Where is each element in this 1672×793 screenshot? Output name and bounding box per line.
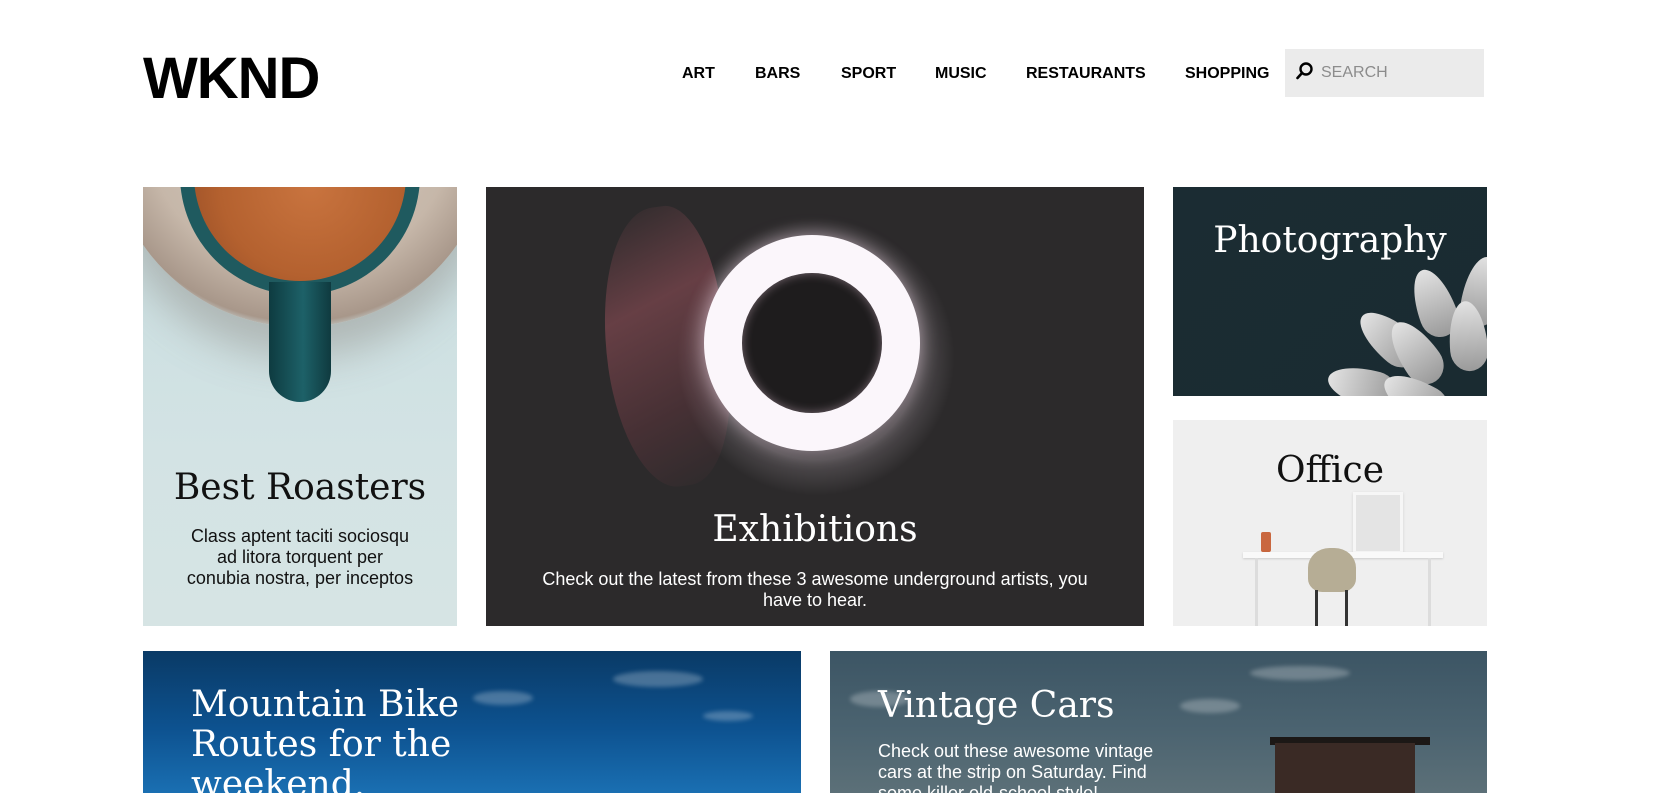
nav-item-bars[interactable]: BARS xyxy=(755,63,800,85)
cloud-image xyxy=(613,671,703,687)
building-image xyxy=(1275,743,1415,793)
tile-description: Check out the latest from these 3 awesom… xyxy=(542,569,1088,610)
nav-item-sport[interactable]: SPORT xyxy=(841,63,896,85)
cloud-image xyxy=(1250,666,1350,680)
chair-leg xyxy=(1315,590,1318,626)
chair-image xyxy=(1308,548,1356,592)
tile-title: Best Roasters xyxy=(173,467,427,508)
cloud-image xyxy=(703,711,753,721)
nav-item-art[interactable]: ART xyxy=(682,63,715,85)
desk-leg xyxy=(1255,558,1258,626)
succulent-image xyxy=(1323,246,1487,396)
tile-photography[interactable]: Photography xyxy=(1173,187,1487,396)
search-box[interactable] xyxy=(1285,49,1484,97)
ring-light-image xyxy=(704,235,920,451)
nav-item-shopping[interactable]: SHOPPING xyxy=(1185,63,1269,85)
cloud-image xyxy=(1180,699,1240,713)
tile-title: Exhibitions xyxy=(712,509,918,550)
nav-item-restaurants[interactable]: RESTAURANTS xyxy=(1026,63,1146,85)
search-icon xyxy=(1295,61,1315,86)
tile-description: Check out these awesome vintage cars at … xyxy=(878,741,1154,793)
tile-vintage-cars[interactable]: Vintage Cars Check out these awesome vin… xyxy=(830,651,1487,793)
tile-mountain-bike[interactable]: Mountain Bike Routes for the weekend. xyxy=(143,651,801,793)
page: WKND ART BARS SPORT MUSIC RESTAURANTS SH… xyxy=(0,0,1672,793)
tile-description: Class aptent taciti sociosqu ad litora t… xyxy=(186,526,414,588)
tile-title: Mountain Bike Routes for the weekend. xyxy=(191,684,460,793)
tile-title: Photography xyxy=(1213,220,1447,261)
tile-office[interactable]: Office xyxy=(1173,420,1487,626)
picture-frame-image xyxy=(1353,492,1403,554)
chair-leg xyxy=(1345,590,1348,626)
tile-best-roasters[interactable]: Best Roasters Class aptent taciti socios… xyxy=(143,187,457,626)
site-logo[interactable]: WKND xyxy=(143,46,320,112)
tile-title: Vintage Cars xyxy=(878,685,1115,726)
plant-image xyxy=(1261,532,1271,552)
search-input[interactable] xyxy=(1319,63,1483,83)
cup-handle-image xyxy=(269,282,331,402)
nav-item-music[interactable]: MUSIC xyxy=(935,63,987,85)
desk-leg xyxy=(1428,558,1431,626)
tile-title: Office xyxy=(1275,450,1385,491)
tile-exhibitions[interactable]: Exhibitions Check out the latest from th… xyxy=(486,187,1144,626)
